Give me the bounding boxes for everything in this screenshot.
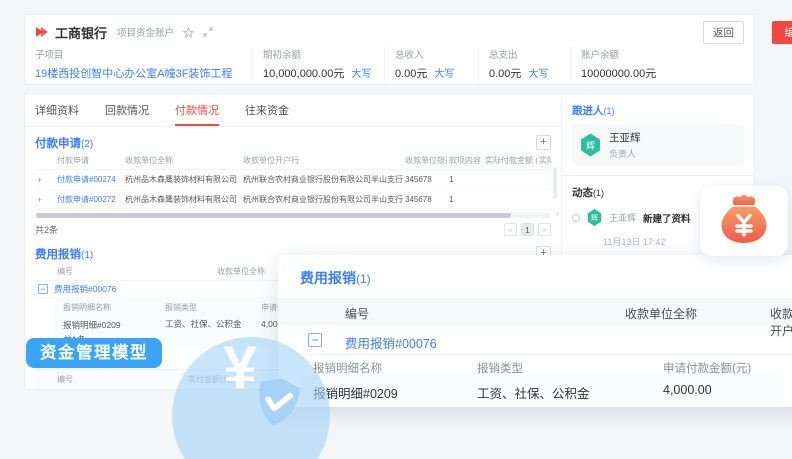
tab-collection[interactable]: 回款情况 <box>105 102 149 126</box>
screen: 工商银行 项目资金账户 返回 子项目 19楼西投创智中心办公室A幢3F装饰工程 … <box>0 0 792 459</box>
overlay-title: 费用报销(1) <box>300 268 792 288</box>
tab-basic-info[interactable]: 详细资料 <box>35 102 79 126</box>
total-count: 共2条 <box>35 223 58 236</box>
money-bag-card <box>700 186 788 256</box>
expense-title: 费用报销(1) <box>35 246 93 262</box>
expense-link[interactable]: 费用报销#00076 <box>345 333 437 352</box>
money-bag-icon <box>718 194 770 249</box>
add-payment-request-button[interactable]: + <box>536 135 551 150</box>
account-summary: 子项目 19楼西投创智中心办公室A幢3F装饰工程 期初余额 10,000,000… <box>25 41 754 81</box>
field-total-expense: 总支出 0.00元大写 <box>489 47 571 81</box>
activity-user: 王亚辉 <box>609 211 636 224</box>
vertical-scrollbar[interactable] <box>553 167 557 199</box>
payment-request-link[interactable]: 付款申请#00274 <box>57 175 116 184</box>
overlay-detail-header: 报销明细名称 报销类型 申请付款金额(元) <box>300 355 792 375</box>
next-page-button[interactable]: > <box>538 223 551 236</box>
field-total-income: 总收入 0.00元大写 <box>395 47 479 81</box>
tab-transactions[interactable]: 往来资金 <box>245 102 289 126</box>
daxie-link[interactable]: 大写 <box>351 69 371 80</box>
back-button[interactable]: 返回 <box>703 21 744 44</box>
total-income-value: 0.00元 <box>395 68 427 80</box>
field-subproject: 子项目 19楼西投创智中心办公室A幢3F装饰工程 <box>35 47 253 81</box>
divider <box>562 175 754 176</box>
follower-item[interactable]: 辉 王亚辉 负责人 <box>572 125 744 165</box>
payment-request-title: 付款申请(2) <box>35 135 93 151</box>
tab-payment[interactable]: 付款情况 <box>175 102 219 126</box>
edit-button[interactable]: 编辑 <box>772 21 792 44</box>
tab-bar: 详细资料 回款情况 付款情况 往来资金 <box>25 94 561 127</box>
expand-icon[interactable] <box>203 27 213 37</box>
shield-check-icon <box>247 372 306 437</box>
daxie-link[interactable]: 大写 <box>528 69 548 80</box>
total-expense-value: 0.00元 <box>489 68 521 80</box>
expand-row-icon[interactable]: + <box>35 170 55 190</box>
horizontal-scrollbar <box>35 213 551 218</box>
collapse-row-icon[interactable]: − <box>308 333 322 347</box>
overlay-detail-row: 报销明细#0209 工资、社保、公积金 4,000.00 <box>300 375 784 405</box>
star-icon[interactable] <box>183 27 194 38</box>
pagination: < 1 > <box>504 223 551 236</box>
table-row: + 付款申请#00272 杭州品木森鹰装饰材料有限公司 杭州联合农村商业银行股份… <box>35 190 551 210</box>
payment-request-link[interactable]: 付款申请#00272 <box>57 195 116 204</box>
model-badge: 资金管理模型 <box>26 338 162 368</box>
payment-request-header: 付款申请(2) + <box>35 134 551 151</box>
opening-balance-value: 10,000,000.00元 <box>263 68 344 80</box>
table-header-row: 付款申请 收款单位全称 收款单位开户行 收款单位银行帐号 款项内容 实际付款金额… <box>35 151 551 170</box>
account-header-card: 工商银行 项目资金账户 返回 子项目 19楼西投创智中心办公室A幢3F装饰工程 … <box>24 14 755 85</box>
prev-page-button[interactable]: < <box>504 223 517 236</box>
payment-request-table: 付款申请 收款单位全称 收款单位开户行 收款单位银行帐号 款项内容 实际付款金额… <box>35 151 551 210</box>
avatar: 辉 <box>580 134 601 157</box>
field-opening-balance: 期初余额 10,000,000.00元大写 <box>263 47 385 81</box>
expense-zoom-card: 费用报销(1) 编号 收款单位全称 收款单位开户行 − 费用报销#00076 报… <box>278 255 792 407</box>
subproject-link[interactable]: 19楼西投创智中心办公室A幢3F装饰工程 <box>35 68 232 80</box>
expense-detail-link[interactable]: 报销明细#0209 <box>63 320 121 330</box>
avatar: 辉 <box>587 209 602 226</box>
follower-role: 负责人 <box>609 147 641 160</box>
expand-row-icon[interactable]: + <box>35 190 55 210</box>
activity-action: 新建了资料 <box>643 211 691 225</box>
overlay-header-row: 编号 收款单位全称 收款单位开户行 <box>278 298 792 325</box>
account-type-tag: 项目资金账户 <box>117 25 174 39</box>
follower-name: 王亚辉 <box>609 130 641 145</box>
page-number[interactable]: 1 <box>521 223 534 236</box>
page-title: 工商银行 <box>55 23 107 42</box>
titlebar: 工商银行 项目资金账户 返回 <box>25 15 754 41</box>
collapse-row-icon[interactable]: − <box>38 284 48 294</box>
daxie-link[interactable]: 大写 <box>434 69 454 80</box>
bank-logo-icon <box>35 26 49 38</box>
scrollbar-thumb[interactable] <box>36 213 511 218</box>
field-account-balance: 账户余额 10000000.00元 <box>581 47 666 81</box>
follower-title: 跟进人(1) <box>572 103 744 118</box>
activity-status-icon <box>572 214 580 222</box>
payment-request-table-wrap: 付款申请 收款单位全称 收款单位开户行 收款单位银行帐号 款项内容 实际付款金额… <box>35 151 551 210</box>
expense-link[interactable]: 费用报销#00076 <box>54 283 116 295</box>
account-balance-value: 10000000.00元 <box>581 68 656 80</box>
overlay-expense-row: − 费用报销#00076 <box>300 325 792 355</box>
payment-request-footer: 共2条 < 1 > <box>35 223 551 236</box>
table-row: + 付款申请#00274 杭州品木森鹰装饰材料有限公司 杭州联合农村商业银行股份… <box>35 170 551 190</box>
